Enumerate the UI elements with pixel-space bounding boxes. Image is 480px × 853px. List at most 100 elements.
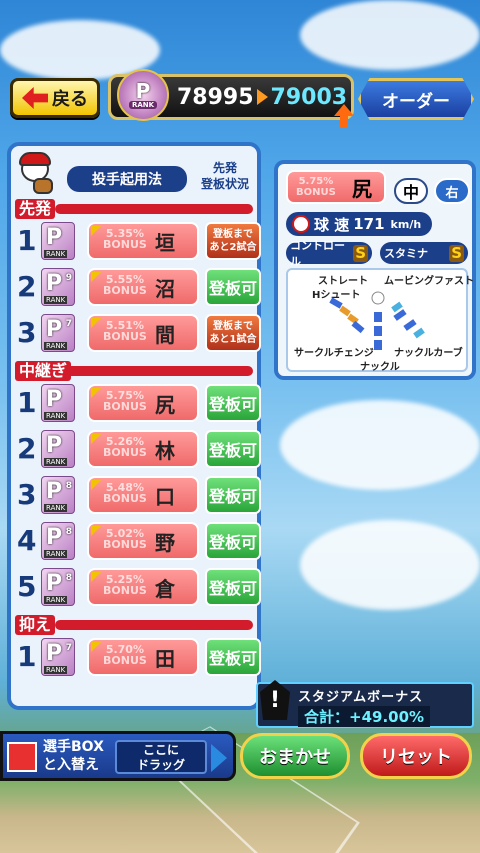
rank-tag: RANK — [44, 458, 68, 466]
drag-line1: ここに — [142, 743, 179, 757]
player-bonus: 5.35% BONUS — [103, 227, 147, 251]
section-label: 先発 — [15, 199, 56, 219]
cloud — [280, 400, 480, 490]
corner-mark — [91, 434, 101, 444]
rank-letter: P — [135, 79, 151, 103]
grade-badge-icon: P 7 RANK — [41, 314, 75, 352]
grade-letter: P — [46, 317, 63, 342]
corner-mark — [91, 526, 101, 536]
corner-mark — [91, 226, 101, 236]
stamina-label: スタミナ — [384, 247, 428, 260]
player-card[interactable]: 5.70% BONUS 田 — [87, 638, 199, 676]
player-card[interactable]: 5.26% BONUS 林 — [87, 430, 199, 468]
grade-letter: P — [46, 525, 63, 550]
slot-number: 5 — [17, 570, 37, 603]
mascot-icon — [15, 152, 55, 196]
slot-number: 3 — [17, 478, 37, 511]
grade-level: 7 — [65, 643, 72, 653]
player-name: 尻 — [155, 392, 175, 417]
stamina-stat: スタミナ S — [380, 242, 468, 264]
player-box-icon — [7, 742, 37, 772]
rank-label: RANK — [128, 101, 158, 109]
section-closer: 抑え — [15, 615, 253, 635]
pitcher-row[interactable]: 3 P 7 RANK 5.51% BONUS 間 登板まで あと1試合 — [15, 312, 261, 354]
control-grade: S — [353, 243, 368, 262]
status-line: 登板可 — [208, 395, 257, 414]
player-card[interactable]: 5.51% BONUS 間 — [87, 314, 199, 352]
rank-tag: RANK — [44, 504, 68, 512]
rank-arrow-icon — [256, 89, 268, 105]
player-card[interactable]: 5.35% BONUS 垣 — [87, 222, 199, 260]
grade-badge-icon: P RANK — [41, 222, 75, 260]
status-line: 登板可 — [208, 441, 257, 460]
status-line: 登板可 — [208, 579, 257, 598]
panel-title: 投手起用法 — [67, 166, 187, 192]
drag-target[interactable]: ここに ドラッグ — [115, 740, 207, 774]
player-box-swap-button[interactable]: 選手BOX と入替え ここに ドラッグ — [0, 731, 236, 781]
pitcher-row[interactable]: 1 P RANK 5.75% BONUS 尻 登板可 — [15, 382, 261, 424]
grade-letter: P — [46, 271, 63, 296]
status-header-line2: 登板状況 — [200, 177, 249, 191]
grade-level: 8 — [65, 573, 72, 583]
throwing-hand-badge: 右 — [434, 178, 470, 204]
section-starter: 先発 — [15, 199, 253, 219]
status-line: 登板可 — [208, 279, 257, 298]
player-box-line2: と入替え — [43, 757, 99, 773]
back-label: 戻る — [52, 89, 88, 110]
grade-badge-icon: P RANK — [41, 384, 75, 422]
drag-line2: ドラッグ — [136, 758, 185, 772]
player-card[interactable]: 5.48% BONUS 口 — [87, 476, 199, 514]
player-card[interactable]: 5.75% BONUS 尻 — [87, 384, 199, 422]
status-line: あと2試合 — [209, 242, 257, 253]
player-card[interactable]: 5.25% BONUS 倉 — [87, 568, 199, 606]
corner-mark — [91, 318, 101, 328]
player-box-line1: 選手BOX — [43, 739, 104, 755]
status-line: 登板まで — [213, 229, 253, 240]
rank-tag: RANK — [44, 342, 68, 350]
section-label: 中継ぎ — [15, 361, 72, 381]
player-box-label: 選手BOX と入替え — [43, 738, 104, 774]
pitch-speed: 球 速 171 km/h — [286, 212, 432, 236]
arrow-right-icon — [211, 744, 227, 772]
player-name: 倉 — [155, 576, 175, 601]
pitcher-row[interactable]: 1 P 7 RANK 5.70% BONUS 田 登板可 — [15, 636, 261, 678]
pitch-status: 登板可 — [205, 638, 261, 676]
detail-bonus: 5.75% BONUS — [296, 176, 336, 198]
player-card[interactable]: 5.02% BONUS 野 — [87, 522, 199, 560]
player-name: 間 — [155, 322, 175, 347]
section-relief: 中継ぎ — [15, 361, 253, 381]
pitcher-row[interactable]: 2 P 9 RANK 5.55% BONUS 沼 登板可 — [15, 266, 261, 308]
grade-badge-icon: P 8 RANK — [41, 476, 75, 514]
order-button[interactable]: オーダー — [358, 78, 474, 120]
status-line: 登板可 — [208, 533, 257, 552]
pitcher-row[interactable]: 2 P RANK 5.26% BONUS 林 登板可 — [15, 428, 261, 470]
cloud — [300, 0, 480, 70]
control-stat: コントロール S — [286, 239, 372, 268]
player-bonus: 5.70% BONUS — [103, 643, 147, 667]
player-bonus: 5.26% BONUS — [103, 435, 147, 459]
pitcher-row[interactable]: 5 P 8 RANK 5.25% BONUS 倉 登板可 — [15, 566, 261, 608]
stadium-bonus: ! スタジアムボーナス 合計：+49.00% — [256, 680, 474, 728]
status-line: 登板可 — [208, 487, 257, 506]
rank-current: 78995 — [177, 84, 254, 110]
back-button[interactable]: 戻る — [10, 78, 100, 118]
player-bonus: 5.25% BONUS — [103, 573, 147, 597]
player-bonus: 5.48% BONUS — [103, 481, 147, 505]
player-card[interactable]: 5.55% BONUS 沼 — [87, 268, 199, 306]
reset-button[interactable]: リセット — [360, 733, 472, 779]
panel-header: 投手起用法 先発 登板状況 — [11, 152, 257, 198]
player-name: 垣 — [155, 230, 175, 255]
grade-letter: P — [46, 387, 63, 412]
grade-letter: P — [46, 433, 63, 458]
grade-letter: P — [46, 641, 63, 666]
auto-assign-button[interactable]: おまかせ — [240, 733, 350, 779]
grade-letter: P — [46, 225, 63, 250]
pitcher-row[interactable]: 4 P 8 RANK 5.02% BONUS 野 登板可 — [15, 520, 261, 562]
status-line: あと1試合 — [209, 334, 257, 345]
player-bonus: 5.75% BONUS — [103, 389, 147, 413]
pitch-status: 登板可 — [205, 430, 261, 468]
pitch-status: 登板まで あと1試合 — [205, 314, 261, 352]
pitcher-row[interactable]: 3 P 8 RANK 5.48% BONUS 口 登板可 — [15, 474, 261, 516]
speed-label: 球 速 — [314, 215, 350, 234]
pitcher-row[interactable]: 1 P RANK 5.35% BONUS 垣 登板まで あと2試合 — [15, 220, 261, 262]
